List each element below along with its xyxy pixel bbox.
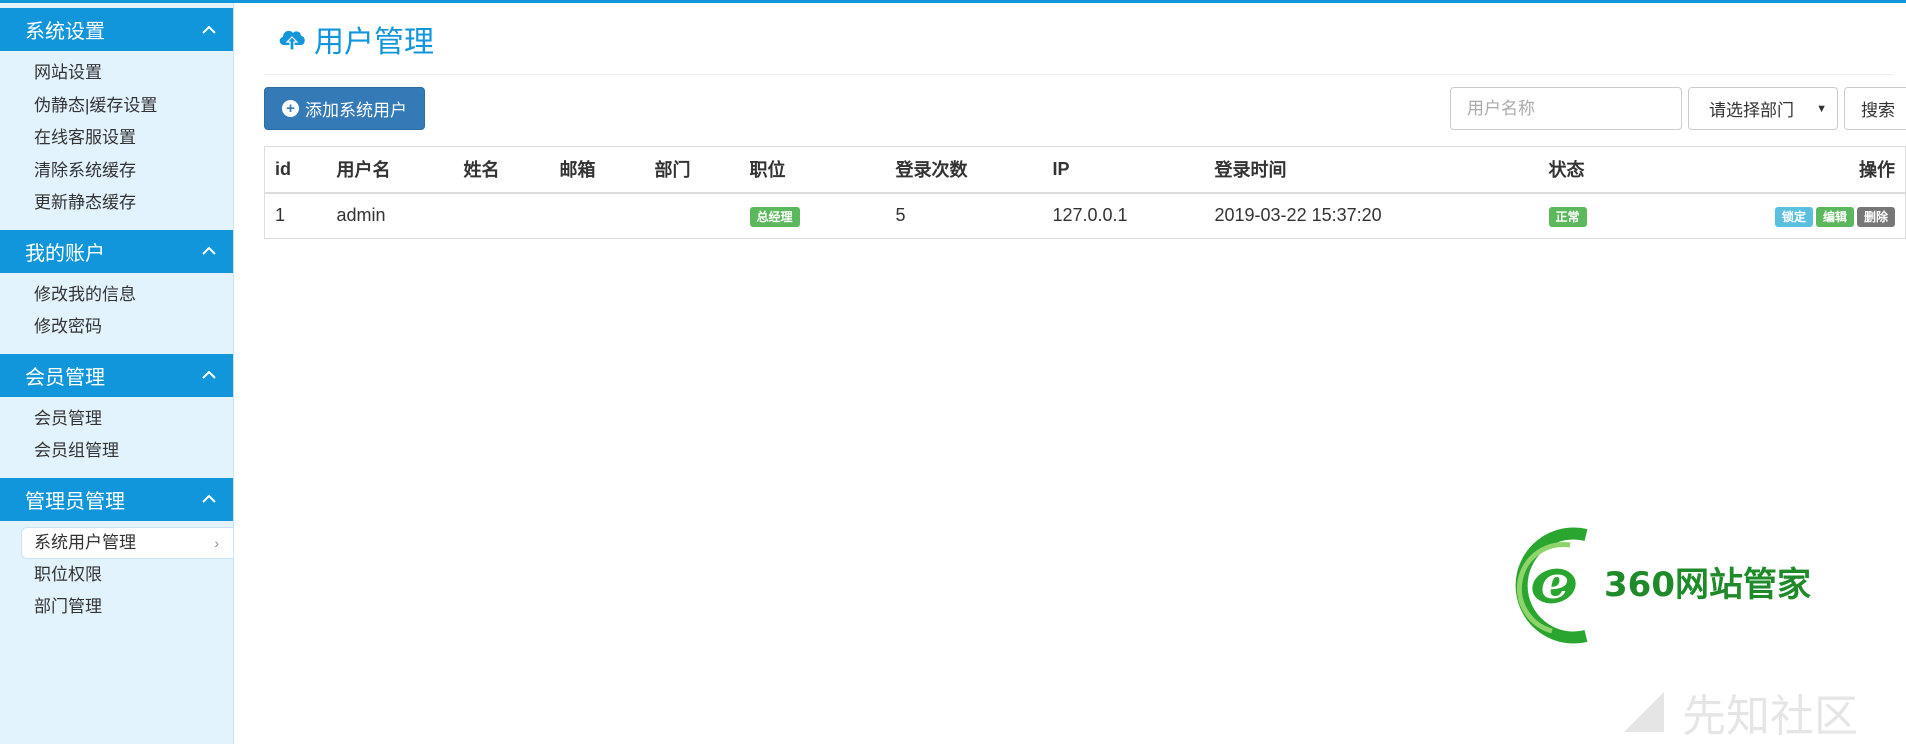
col-header-email: 邮箱 (549, 146, 645, 194)
chevron-up-icon (202, 370, 216, 379)
sidebar-item-system-users[interactable]: 系统用户管理 › (21, 526, 233, 559)
add-user-button[interactable]: + 添加系统用户 (264, 87, 425, 130)
sidebar-item-online-service[interactable]: 在线客服设置 (0, 122, 233, 155)
chevron-up-icon (202, 494, 216, 503)
delete-button[interactable]: 删除 (1856, 206, 1895, 227)
users-table: id 用户名 姓名 邮箱 部门 职位 登录次数 IP 登录时间 状态 操作 1 … (264, 146, 1906, 239)
search-button[interactable]: 搜索 (1844, 87, 1906, 130)
sidebar-item-position-permissions[interactable]: 职位权限 (0, 559, 233, 592)
sidebar-item-rewrite-cache[interactable]: 伪静态|缓存设置 (0, 90, 233, 123)
department-select[interactable]: 请选择部门 ▼ (1688, 87, 1838, 130)
sidebar-section-my-account[interactable]: 我的账户 (0, 229, 233, 273)
table-header-row: id 用户名 姓名 邮箱 部门 职位 登录次数 IP 登录时间 状态 操作 (264, 146, 1906, 194)
col-header-department: 部门 (644, 146, 740, 194)
col-header-position: 职位 (739, 146, 886, 194)
col-header-status: 状态 (1538, 146, 1659, 194)
cell-status: 正常 (1539, 193, 1659, 239)
cell-username: admin (336, 205, 386, 226)
sidebar-item-edit-info[interactable]: 修改我的信息 (0, 279, 233, 312)
cell-login-time: 2019-03-22 15:37:20 (1214, 205, 1382, 226)
watermark-icon (1624, 692, 1664, 732)
plus-circle-icon: + (282, 100, 299, 117)
section-title: 管理员管理 (25, 490, 125, 513)
cell-department (645, 193, 740, 239)
watermark: 先知社区 (1620, 680, 1906, 744)
page-title: 用户管理 (314, 24, 434, 60)
username-search-input[interactable] (1450, 87, 1682, 130)
edit-button[interactable]: 编辑 (1815, 206, 1854, 227)
sidebar-item-update-static[interactable]: 更新静态缓存 (0, 187, 233, 220)
sidebar: 系统设置 网站设置 伪静态|缓存设置 在线客服设置 清除系统缓存 更新静态缓存 … (0, 3, 234, 744)
cell-position: 总经理 (740, 193, 886, 239)
position-badge: 总经理 (749, 206, 800, 227)
sidebar-item-departments[interactable]: 部门管理 (0, 591, 233, 624)
section-title: 会员管理 (25, 366, 105, 389)
cell-login-count: 5 (895, 205, 906, 226)
sidebar-item-member-groups[interactable]: 会员组管理 (0, 435, 233, 468)
add-user-label: 添加系统用户 (305, 101, 407, 120)
sidebar-item-member-manage[interactable]: 会员管理 (0, 403, 233, 436)
caret-down-icon: ▼ (1816, 103, 1827, 115)
sidebar-section-system-settings[interactable]: 系统设置 (0, 8, 233, 51)
chevron-up-icon (202, 246, 216, 255)
cell-ip: 127.0.0.1 (1052, 205, 1128, 226)
logo-letter: e (1541, 558, 1569, 609)
cell-actions: 锁定 编辑 删除 (1659, 193, 1906, 239)
watermark-text: 先知社区 (1682, 691, 1858, 742)
col-header-login-count: 登录次数 (885, 146, 1043, 194)
cell-name (454, 193, 550, 239)
section-title: 我的账户 (25, 242, 105, 265)
col-header-id: id (264, 146, 327, 194)
chevron-right-icon: › (214, 534, 219, 551)
col-header-actions: 操作 (1658, 146, 1906, 194)
section-title: 系统设置 (25, 21, 105, 43)
cloud-upload-icon (279, 30, 305, 51)
360-site-manager-logo: e 360网站管家 (1515, 527, 1811, 644)
sidebar-item-label: 系统用户管理 (34, 532, 136, 552)
col-header-login-time: 登录时间 (1204, 146, 1539, 194)
page-header: 用户管理 (264, 3, 1894, 75)
lock-button[interactable]: 锁定 (1774, 206, 1813, 227)
col-header-name: 姓名 (453, 146, 550, 194)
cell-email (550, 193, 645, 239)
department-select-value: 请选择部门 (1709, 101, 1794, 120)
logo-text: 360网站管家 (1604, 565, 1811, 605)
sidebar-section-members[interactable]: 会员管理 (0, 353, 233, 397)
table-row: 1 admin 总经理 5 127.0.0.1 2019-03-22 15:37… (265, 193, 1906, 239)
sidebar-section-admins[interactable]: 管理员管理 (0, 477, 233, 521)
chevron-up-icon (202, 25, 216, 34)
status-badge: 正常 (1548, 206, 1587, 227)
cell-id: 1 (275, 205, 286, 226)
sidebar-item-site-settings[interactable]: 网站设置 (0, 57, 233, 90)
toolbar: + 添加系统用户 请选择部门 ▼ 搜索 (264, 87, 1906, 131)
sidebar-item-change-password[interactable]: 修改密码 (0, 311, 233, 344)
col-header-ip: IP (1042, 146, 1205, 194)
col-header-username: 用户名 (326, 146, 454, 194)
sidebar-item-clear-cache[interactable]: 清除系统缓存 (0, 155, 233, 188)
